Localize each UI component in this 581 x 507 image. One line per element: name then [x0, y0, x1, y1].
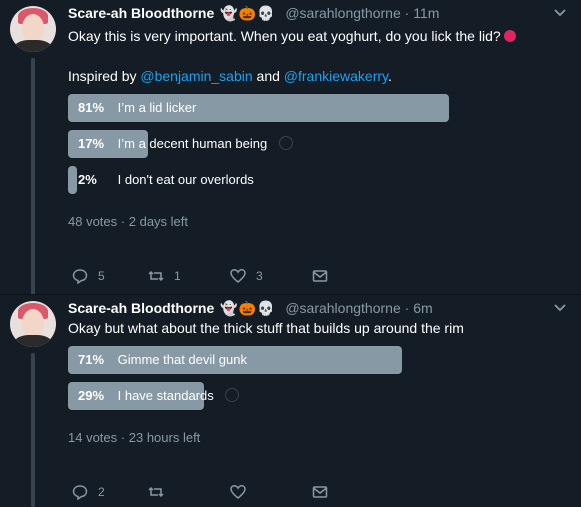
separator-dot: ·	[120, 214, 126, 229]
poll-option-label: I’m a decent human being	[117, 136, 268, 151]
reply-button[interactable]: 2	[72, 482, 105, 502]
poll-time-left: 23 hours left	[128, 430, 201, 445]
author-handle[interactable]: @sarahlongthorne	[285, 300, 400, 316]
poll-time-left: 2 days left	[128, 214, 189, 229]
poll-percentage: 2%	[78, 172, 97, 187]
reply-icon	[72, 485, 88, 500]
avatar[interactable]	[10, 6, 56, 52]
poll-option: 29% I have standards	[68, 382, 538, 410]
poll-option-label: I have standards	[117, 388, 214, 403]
tweet-text: Okay this is very important. When you ea…	[68, 28, 516, 44]
separator-dot: ·	[404, 300, 410, 316]
poll-meta: 14 votes · 23 hours left	[68, 430, 200, 445]
tweet-text: Okay but what about the thick stuff that…	[68, 320, 464, 336]
chevron-down-icon[interactable]	[553, 5, 567, 22]
tweet-actions: 5 1 3	[68, 266, 368, 286]
chevron-down-icon[interactable]	[553, 300, 567, 317]
poll-option-label: I don't eat our overlords	[117, 172, 254, 187]
poll-meta: 48 votes · 2 days left	[68, 214, 188, 229]
reply-count: 5	[98, 269, 105, 283]
tweet-text-line: Okay this is very important. When you ea…	[68, 28, 501, 44]
poll: 71% Gimme that devil gunk 29% I have sta…	[68, 346, 538, 418]
poll-percentage: 81%	[78, 100, 105, 115]
retweet-icon	[148, 486, 164, 498]
tweet-actions: 2	[68, 482, 368, 502]
poll-option: 17% I’m a decent human being	[68, 130, 538, 158]
poll-votes: 48 votes	[68, 214, 118, 229]
author-emojis: 👻🎃💀	[220, 5, 276, 21]
author-name[interactable]: Scare-ah Bloodthorne	[68, 300, 214, 316]
retweet-count: 1	[174, 269, 181, 283]
tweet-text-line: Okay but what about the thick stuff that…	[68, 320, 464, 336]
reply-button[interactable]: 5	[72, 266, 105, 286]
poll-option-label: I’m a lid licker	[117, 100, 197, 115]
direct-message-button[interactable]	[312, 482, 328, 502]
poll-votes: 14 votes	[68, 430, 118, 445]
inspired-label: Inspired by	[68, 68, 141, 84]
like-count: 3	[256, 269, 263, 283]
envelope-icon	[312, 270, 328, 282]
author-handle[interactable]: @sarahlongthorne	[285, 5, 400, 21]
tweet-header: Scare-ah Bloodthorne 👻🎃💀 @sarahlongthorn…	[68, 5, 439, 22]
poll-percentage: 17%	[78, 136, 105, 151]
tweet[interactable]: Scare-ah Bloodthorne 👻🎃💀 @sarahlongthorn…	[0, 0, 581, 295]
direct-message-button[interactable]	[312, 266, 328, 286]
poll: 81% I’m a lid licker 17% I’m a decent hu…	[68, 94, 538, 202]
poll-percentage: 29%	[78, 388, 105, 403]
retweet-button[interactable]	[148, 482, 174, 502]
heart-icon	[230, 485, 246, 499]
check-circle-icon	[278, 136, 293, 150]
retweet-icon	[148, 270, 164, 282]
author-emojis: 👻🎃💀	[220, 300, 276, 316]
heart-icon	[230, 269, 246, 283]
author-name[interactable]: Scare-ah Bloodthorne	[68, 5, 214, 21]
poll-option-label: Gimme that devil gunk	[117, 352, 247, 367]
tweet[interactable]: Scare-ah Bloodthorne 👻🎃💀 @sarahlongthorn…	[0, 295, 581, 507]
separator-dot: ·	[404, 5, 410, 21]
like-button[interactable]: 3	[230, 266, 263, 286]
retweet-button[interactable]: 1	[148, 266, 181, 286]
tweet-time[interactable]: 11m	[413, 5, 439, 21]
tweet-time[interactable]: 6m	[413, 300, 432, 316]
tweet-header: Scare-ah Bloodthorne 👻🎃💀 @sarahlongthorn…	[68, 300, 433, 317]
tongue-emoji-icon	[503, 30, 516, 42]
thread-line	[31, 58, 35, 295]
poll-option: 2% I don't eat our overlords	[68, 166, 538, 194]
poll-option: 71% Gimme that devil gunk	[68, 346, 538, 374]
envelope-icon	[312, 486, 328, 498]
thread-line	[31, 353, 35, 507]
tweet-text-inspired: Inspired by @benjamin_sabin and @frankie…	[68, 68, 392, 84]
and-text: and	[252, 68, 284, 84]
check-circle-icon	[225, 388, 240, 402]
poll-option: 81% I’m a lid licker	[68, 94, 538, 122]
mention-link[interactable]: @frankiewakerry	[284, 68, 388, 84]
poll-bar	[68, 166, 77, 194]
like-button[interactable]	[230, 482, 256, 502]
reply-icon	[72, 269, 88, 284]
period-text: .	[388, 68, 392, 84]
mention-link[interactable]: @benjamin_sabin	[140, 68, 252, 84]
poll-percentage: 71%	[78, 352, 105, 367]
reply-count: 2	[98, 485, 105, 499]
avatar[interactable]	[10, 301, 56, 347]
separator-dot: ·	[120, 430, 126, 445]
